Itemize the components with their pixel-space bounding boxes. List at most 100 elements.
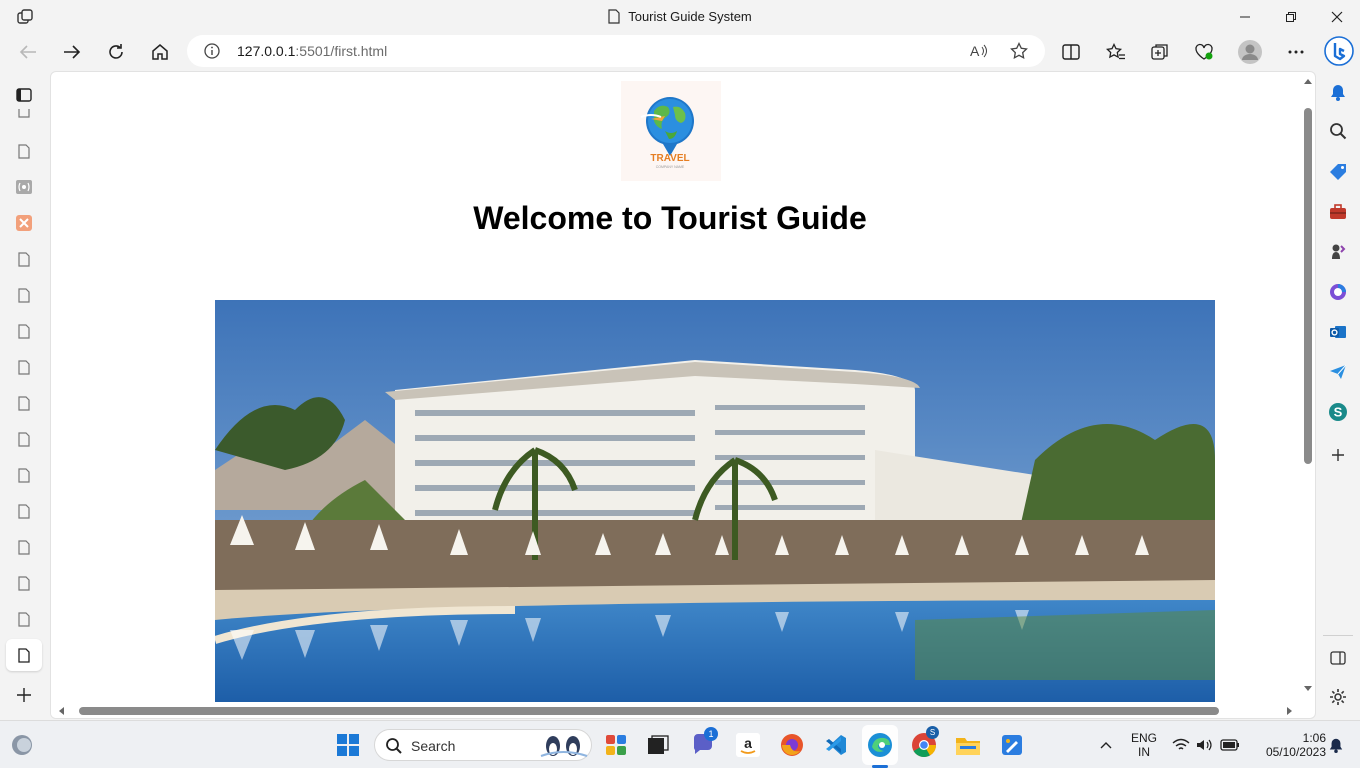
refresh-button[interactable] [100,36,132,68]
favorite-star-icon[interactable] [1010,41,1028,65]
minimize-button[interactable] [1222,0,1268,33]
browser-toolbar: 127.0.0.1:5501/first.html A [0,33,1360,71]
profile-button[interactable] [1234,36,1266,68]
start-button[interactable] [332,729,364,761]
page-icon [18,109,30,118]
microsoft-365-button[interactable] [1327,281,1349,303]
hide-sidebar-button[interactable] [1327,647,1349,669]
vertical-tab[interactable] [12,427,36,451]
web-content: TRAVEL COMPANY NAME Welcome to Tourist G… [50,71,1316,719]
close-icon [1331,11,1343,22]
widgets-button[interactable] [6,729,38,761]
taskbar-app-file-explorer[interactable] [952,729,984,761]
vertical-tab[interactable] [12,355,36,379]
vertical-tab[interactable] [12,211,36,235]
favorites-button[interactable] [1100,36,1132,68]
language-region: IN [1138,745,1150,759]
quick-settings-button[interactable] [1166,729,1246,761]
gear-icon [1330,689,1346,705]
vertical-tabs-sidebar [0,71,48,719]
taskbar-app-paint[interactable] [996,729,1028,761]
collections-button[interactable] [1144,36,1176,68]
sidebar-panel-icon [1330,651,1346,665]
extension-button[interactable]: S [1327,401,1349,423]
split-screen-button[interactable] [1055,36,1087,68]
vertical-scrollbar[interactable] [1300,72,1315,702]
page-icon [18,539,30,555]
copilot-button[interactable] [1322,34,1356,68]
wifi-icon [1172,738,1190,750]
clock-time: 1:06 [1302,731,1326,745]
tab-panel-toggle[interactable] [12,83,36,107]
clock[interactable]: 1:06 05/10/2023 [1250,731,1326,759]
taskbar-app-copilot[interactable] [600,729,632,761]
vertical-tab[interactable] [12,319,36,343]
svg-text:a: a [744,735,752,751]
page-icon [18,503,30,519]
url-path: :5501/first.html [295,43,388,59]
broadcast-icon [16,180,32,194]
sidebar-settings-button[interactable] [1327,686,1349,708]
taskbar-app-task-view[interactable] [642,729,674,761]
tools-button[interactable] [1327,201,1349,223]
add-sidebar-app-button[interactable] [1327,444,1349,466]
avatar-icon [1238,40,1262,64]
vertical-tab[interactable] [12,571,36,595]
url-text[interactable]: 127.0.0.1:5501/first.html [237,43,387,59]
vertical-tab[interactable] [12,283,36,307]
page-icon [18,359,30,375]
page-icon [18,287,30,303]
notifications-button[interactable] [1327,81,1349,103]
address-bar[interactable]: 127.0.0.1:5501/first.html A [187,35,1045,67]
page-icon [18,575,30,591]
horizontal-scrollbar[interactable] [51,702,1301,718]
home-icon [152,44,168,60]
vertical-tab[interactable] [12,247,36,271]
vertical-tab[interactable] [12,535,36,559]
taskbar-app-amazon[interactable]: a [732,729,764,761]
taskbar-app-chrome[interactable]: S [908,726,940,761]
vertical-tab[interactable] [12,499,36,523]
browser-essentials-button[interactable] [1188,36,1220,68]
chevron-up-icon [1100,742,1112,749]
games-button[interactable] [1327,241,1349,263]
taskbar-app-teams[interactable]: 1 [688,727,720,761]
taskbar-app-edge[interactable] [864,729,896,768]
collections-icon [1151,44,1168,60]
send-button[interactable] [1327,361,1349,383]
vertical-tab[interactable] [12,463,36,487]
edge-sidebar: S [1317,71,1360,719]
vertical-tab[interactable] [12,139,36,163]
vertical-tab[interactable] [12,109,36,121]
url-host: 127.0.0.1 [237,43,296,59]
restore-button[interactable] [1268,0,1314,33]
taskbar-app-vscode[interactable] [820,729,852,761]
search-sidebar-button[interactable] [1327,120,1349,142]
office-icon [1330,284,1346,300]
home-button[interactable] [144,36,176,68]
language-indicator[interactable]: ENG IN [1126,731,1162,759]
windows-logo-icon [337,734,359,756]
outlook-button[interactable] [1327,321,1349,343]
forward-button[interactable] [56,36,88,68]
page-icon [18,395,30,411]
settings-more-button[interactable] [1280,36,1312,68]
read-aloud-icon[interactable]: A [970,43,988,64]
site-info-icon[interactable] [204,43,220,64]
shopping-button[interactable] [1327,161,1349,183]
taskbar-search[interactable]: Search [374,729,592,761]
svg-text:S: S [1334,405,1343,420]
minimize-icon [1240,16,1250,17]
vertical-tab[interactable] [12,391,36,415]
vertical-tab[interactable] [12,607,36,631]
notification-center-button[interactable] [1320,729,1352,761]
plus-icon [17,688,31,702]
taskbar-app-firefox[interactable] [776,729,808,761]
vertical-tab[interactable] [12,175,36,199]
close-button[interactable] [1314,0,1360,33]
search-icon [1330,123,1347,140]
restore-icon [1286,11,1296,22]
new-tab-button[interactable] [12,683,36,707]
back-button[interactable] [12,36,44,68]
show-hidden-icons-button[interactable] [1090,729,1122,761]
